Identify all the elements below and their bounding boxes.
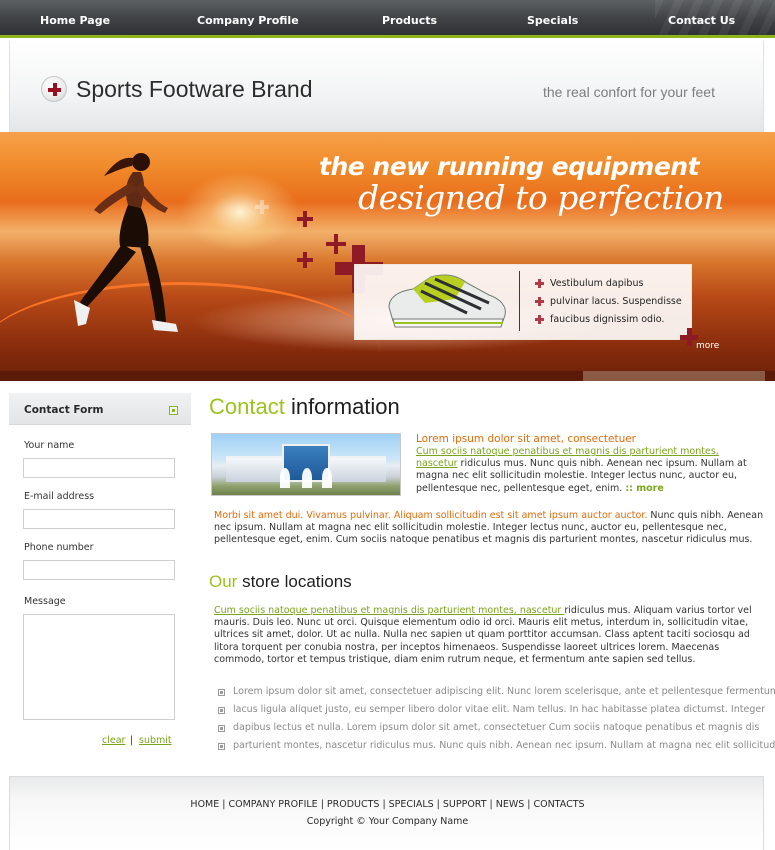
cross-bullet-icon bbox=[535, 297, 544, 306]
site-footer: HOME | COMPANY PROFILE | PRODUCTS | SPECIALS | S… bbox=[9, 776, 764, 850]
main-content: Contact information Lorem ipsum dolor si… bbox=[209, 393, 775, 768]
banner-bottom-accent bbox=[583, 371, 765, 381]
copyright-text: Copyright © Your Company Name bbox=[306, 816, 469, 827]
list-item-text: lacus ligula aliquet justo, eu semper li… bbox=[233, 704, 766, 715]
clear-link[interactable]: clear bbox=[102, 735, 125, 746]
shoe-image[interactable] bbox=[385, 269, 509, 331]
cross-icon bbox=[255, 200, 269, 214]
feature-item: Vestibulum dapibus bbox=[535, 276, 682, 294]
footer-separator: | bbox=[382, 799, 386, 810]
message-label: Message bbox=[24, 596, 66, 607]
store-locations-paragraph: Cum sociis natoque penatibus et magnis d… bbox=[214, 605, 764, 666]
footer-separator: | bbox=[320, 799, 324, 810]
store-locations-title: Our store locations bbox=[209, 572, 352, 592]
list-item: Lorem ipsum dolor sit amet, consectetuer… bbox=[215, 686, 775, 704]
footer-separator: | bbox=[489, 799, 493, 810]
site-header: Sports Footware Brand the real confort f… bbox=[9, 41, 764, 132]
contact-form-title: Contact Form bbox=[24, 404, 104, 416]
sun-glow bbox=[180, 172, 300, 252]
nav-specials[interactable]: Specials bbox=[527, 14, 578, 27]
feature-text: faucibus dignissim odio. bbox=[550, 314, 665, 325]
feature-list: Vestibulum dapibus pulvinar lacus. Suspe… bbox=[535, 276, 682, 330]
square-bullet-icon bbox=[218, 707, 225, 714]
square-bullet-icon bbox=[218, 689, 225, 696]
link-separator: | bbox=[130, 735, 134, 746]
email-label: E-mail address bbox=[24, 491, 95, 502]
banner-headline: the new running equipment bbox=[319, 152, 700, 181]
contact-form-header: Contact Form bbox=[9, 393, 191, 425]
banner-subheadline: designed to perfection bbox=[358, 178, 724, 217]
square-bullet-icon bbox=[218, 725, 225, 732]
footer-navigation: HOME | COMPANY PROFILE | PRODUCTS | SPECIALS | S… bbox=[10, 799, 765, 810]
phone-label: Phone number bbox=[24, 542, 94, 553]
form-box-icon bbox=[169, 406, 178, 415]
nav-contact-us[interactable]: Contact Us bbox=[668, 14, 735, 27]
submit-link[interactable]: submit bbox=[139, 735, 172, 746]
name-label: Your name bbox=[24, 440, 75, 451]
brand-name[interactable]: Sports Footware Brand bbox=[76, 76, 313, 103]
email-field[interactable] bbox=[23, 509, 175, 529]
office-building-image bbox=[211, 433, 401, 496]
banner-more-link[interactable]: more bbox=[696, 341, 719, 351]
title-text: store locations bbox=[237, 572, 352, 591]
list-item-text: parturient montes, nascetur ridiculus mu… bbox=[233, 740, 775, 751]
contact-paragraph: Cum sociis natoque penatibus et magnis d… bbox=[416, 446, 761, 495]
list-item: lacus ligula aliquet justo, eu semper li… bbox=[215, 704, 775, 722]
title-highlight: Contact bbox=[209, 394, 285, 419]
contact-info-title: Contact information bbox=[209, 394, 400, 420]
footer-link-company-profile[interactable]: COMPANY PROFILE bbox=[228, 799, 317, 810]
nav-products[interactable]: Products bbox=[382, 14, 437, 27]
list-item: dapibus lectus et nulla. Lorem ipsum dol… bbox=[215, 722, 775, 740]
nav-home-page[interactable]: Home Page bbox=[40, 14, 110, 27]
footer-link-home[interactable]: HOME bbox=[190, 799, 219, 810]
footer-link-specials[interactable]: SPECIALS bbox=[389, 799, 434, 810]
title-text: information bbox=[284, 394, 400, 419]
store-list: Lorem ipsum dolor sit amet, consectetuer… bbox=[215, 686, 775, 758]
cross-bullet-icon bbox=[535, 315, 544, 324]
contact-paragraph-2-highlight: Morbi sit amet dui. Vivamus pulvinar. Al… bbox=[214, 510, 648, 521]
store-locations-link[interactable]: Cum sociis natoque penatibus et magnis d… bbox=[214, 605, 564, 616]
phone-field[interactable] bbox=[23, 560, 175, 580]
list-item: parturient montes, nascetur ridiculus mu… bbox=[215, 740, 775, 758]
cross-icon bbox=[297, 211, 313, 227]
cross-bullet-icon bbox=[535, 279, 544, 288]
nav-company-profile[interactable]: Company Profile bbox=[197, 14, 299, 27]
contact-form: Contact Form Your name E-mail address Ph… bbox=[9, 393, 191, 768]
contact-paragraph-text: ridiculus mus. Nunc quis nibh. Aenean ne… bbox=[416, 458, 747, 494]
promo-box: Vestibulum dapibus pulvinar lacus. Suspe… bbox=[354, 264, 692, 340]
top-navigation: Home Page Company Profile Products Speci… bbox=[0, 0, 775, 38]
cross-icon bbox=[297, 252, 313, 268]
square-bullet-icon bbox=[218, 743, 225, 750]
footer-link-products[interactable]: PRODUCTS bbox=[327, 799, 380, 810]
list-item-text: Lorem ipsum dolor sit amet, consectetuer… bbox=[233, 686, 775, 697]
runner-image bbox=[74, 153, 178, 332]
contact-paragraph-title: Lorem ipsum dolor sit amet, consectetuer bbox=[416, 433, 636, 445]
name-field[interactable] bbox=[23, 458, 175, 478]
title-highlight: Our bbox=[209, 572, 238, 591]
footer-link-news[interactable]: NEWS bbox=[496, 799, 525, 810]
feature-text: pulvinar lacus. Suspendisse bbox=[550, 296, 682, 307]
list-item-text: dapibus lectus et nulla. Lorem ipsum dol… bbox=[233, 722, 760, 733]
more-link[interactable]: :: more bbox=[625, 483, 663, 494]
footer-separator: | bbox=[436, 799, 440, 810]
tagline: the real confort for your feet bbox=[543, 84, 715, 100]
footer-link-contacts[interactable]: CONTACTS bbox=[533, 799, 584, 810]
feature-item: pulvinar lacus. Suspendisse bbox=[535, 294, 682, 312]
message-field[interactable] bbox=[23, 614, 175, 720]
feature-item: faucibus dignissim odio. bbox=[535, 312, 682, 330]
contact-paragraph-2: Morbi sit amet dui. Vivamus pulvinar. Al… bbox=[214, 510, 764, 547]
promo-divider bbox=[519, 271, 520, 331]
footer-link-support[interactable]: SUPPORT bbox=[443, 799, 487, 810]
feature-text: Vestibulum dapibus bbox=[550, 278, 644, 289]
logo-cross-icon[interactable] bbox=[41, 76, 67, 102]
